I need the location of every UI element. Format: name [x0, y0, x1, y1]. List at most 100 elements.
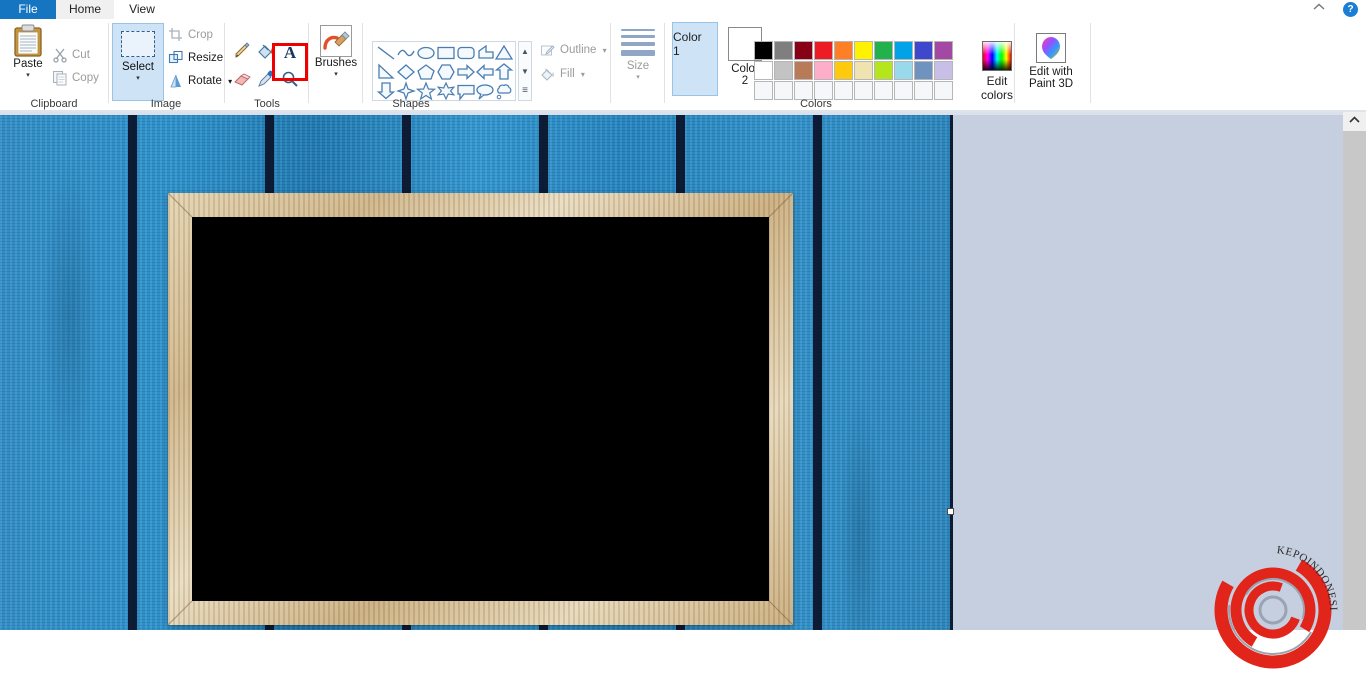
rotate-button[interactable]: Rotate ▾: [168, 73, 232, 89]
palette-swatch[interactable]: [854, 41, 873, 60]
group-divider: [308, 23, 309, 103]
palette-swatch[interactable]: [754, 41, 773, 60]
copy-button-label: Copy: [72, 72, 99, 84]
ribbon: Paste ▾ Cut Copy Clipboard Select ▾ Crop…: [0, 19, 1366, 113]
scissors-icon: [52, 47, 68, 63]
group-divider: [362, 23, 363, 103]
brush-icon: [320, 25, 352, 57]
palette-swatch[interactable]: [794, 41, 813, 60]
clipboard-group-label: Clipboard: [30, 98, 78, 110]
image-group-label: Image: [150, 98, 182, 110]
ribbon-group-shapes: ▲ ▼ ≡ Outline ▾ Fill ▾ Shapes: [364, 19, 610, 112]
scrollbar-track[interactable]: [1343, 131, 1366, 630]
brushes-dropdown-caret[interactable]: ▾: [312, 71, 360, 78]
group-divider: [610, 23, 611, 103]
color1-label-top: Color: [673, 30, 702, 44]
question-mark-icon[interactable]: ?: [1343, 2, 1358, 17]
cut-button-label: Cut: [72, 49, 90, 61]
fill-dropdown-caret[interactable]: ▾: [581, 70, 585, 79]
palette-swatch[interactable]: [834, 41, 853, 60]
canvas-resize-handle[interactable]: [947, 508, 954, 515]
fill-button-label: Fill: [560, 68, 575, 80]
ribbon-group-image: Select ▾ Crop Resize Rotate ▾ Image: [110, 19, 232, 112]
cut-button[interactable]: Cut: [52, 47, 90, 63]
color1-label-bottom: 1: [673, 44, 680, 58]
ribbon-group-size: Size ▾: [612, 19, 664, 112]
palette-swatch[interactable]: [934, 61, 953, 80]
group-divider: [108, 23, 109, 103]
palette-swatch[interactable]: [894, 61, 913, 80]
rotate-button-label: Rotate: [188, 75, 222, 87]
palette-swatch[interactable]: [834, 61, 853, 80]
palette-swatch[interactable]: [914, 41, 933, 60]
line-thickness-icon: [621, 29, 655, 56]
palette-swatch[interactable]: [814, 41, 833, 60]
scroll-up-button[interactable]: [1343, 112, 1366, 131]
palette-swatch[interactable]: [754, 61, 773, 80]
group-divider: [664, 23, 665, 103]
crop-button[interactable]: Crop: [168, 27, 213, 43]
brushes-button[interactable]: Brushes ▾: [312, 25, 360, 78]
shapes-gallery[interactable]: [372, 41, 516, 101]
resize-button[interactable]: Resize: [168, 50, 223, 66]
group-divider: [224, 23, 225, 103]
palette-swatch[interactable]: [894, 41, 913, 60]
select-button[interactable]: Select ▾: [112, 23, 164, 101]
size-button[interactable]: Size ▾: [612, 23, 664, 81]
shapes-scroll-down-button[interactable]: ▼: [519, 62, 531, 81]
workspace: KEPOINDONESIA: [0, 112, 1366, 669]
palette-swatch[interactable]: [774, 61, 793, 80]
tab-file[interactable]: File: [0, 0, 56, 19]
kepoindonesia-watermark: KEPOINDONESIA: [1199, 531, 1343, 680]
select-dropdown-caret[interactable]: ▾: [113, 75, 163, 82]
size-dropdown-caret[interactable]: ▾: [612, 74, 664, 81]
palette-swatch[interactable]: [794, 61, 813, 80]
outline-dropdown-caret[interactable]: ▾: [603, 46, 607, 55]
chevron-up-icon[interactable]: [1308, 1, 1330, 18]
drawing-canvas[interactable]: [0, 115, 953, 630]
palette-swatch[interactable]: [874, 41, 893, 60]
color-spectrum-icon: [982, 41, 1012, 71]
paint3d-label-top: Edit with: [1029, 66, 1073, 78]
resize-button-label: Resize: [188, 52, 224, 64]
color-palette[interactable]: [754, 41, 958, 101]
clipboard-icon: [13, 24, 43, 58]
shapes-group-label: Shapes: [392, 98, 430, 110]
fill-button[interactable]: Fill ▾: [540, 66, 585, 82]
shapes-scroll-up-button[interactable]: ▲: [519, 42, 531, 61]
resize-icon: [168, 50, 184, 66]
paste-button[interactable]: Paste ▾: [6, 24, 50, 79]
tab-home[interactable]: Home: [56, 0, 114, 19]
palette-swatch[interactable]: [914, 61, 933, 80]
crop-icon: [168, 27, 184, 43]
eraser-icon[interactable]: [230, 69, 254, 93]
pencil-icon[interactable]: [230, 41, 254, 65]
shape-up-arrow[interactable]: [493, 62, 517, 82]
selection-rectangle-icon: [121, 31, 155, 57]
paste-button-label: Paste: [13, 58, 43, 70]
tab-strip-filler: [170, 0, 1366, 19]
paste-dropdown-caret[interactable]: ▾: [6, 72, 50, 79]
paint-3d-icon: [1036, 33, 1066, 63]
edit-with-paint3d-button[interactable]: Edit with Paint 3D: [1016, 33, 1086, 90]
color1-button[interactable]: Color 1: [672, 22, 718, 96]
palette-swatch[interactable]: [814, 61, 833, 80]
copy-button[interactable]: Copy: [52, 70, 99, 86]
shapes-scrollbar[interactable]: ▲ ▼ ≡: [518, 41, 532, 101]
ribbon-group-paint3d: Edit with Paint 3D: [1016, 19, 1086, 112]
shape-triangle[interactable]: [493, 43, 517, 63]
palette-swatch[interactable]: [854, 61, 873, 80]
palette-swatch[interactable]: [774, 41, 793, 60]
vertical-scrollbar[interactable]: [1343, 112, 1366, 630]
brushes-button-label: Brushes: [314, 57, 358, 69]
select-button-label: Select: [122, 61, 154, 73]
tab-view[interactable]: View: [114, 0, 170, 19]
palette-swatch[interactable]: [874, 61, 893, 80]
frame-black-interior: [192, 217, 769, 601]
wooden-picture-frame: [168, 193, 793, 625]
outline-button[interactable]: Outline ▾: [540, 42, 607, 58]
palette-swatch[interactable]: [934, 41, 953, 60]
group-divider: [1014, 23, 1015, 103]
paint3d-label-bottom: Paint 3D: [1028, 78, 1074, 90]
ribbon-group-colors: Color 1 Color 2 Edit colors Colors: [666, 19, 1066, 112]
